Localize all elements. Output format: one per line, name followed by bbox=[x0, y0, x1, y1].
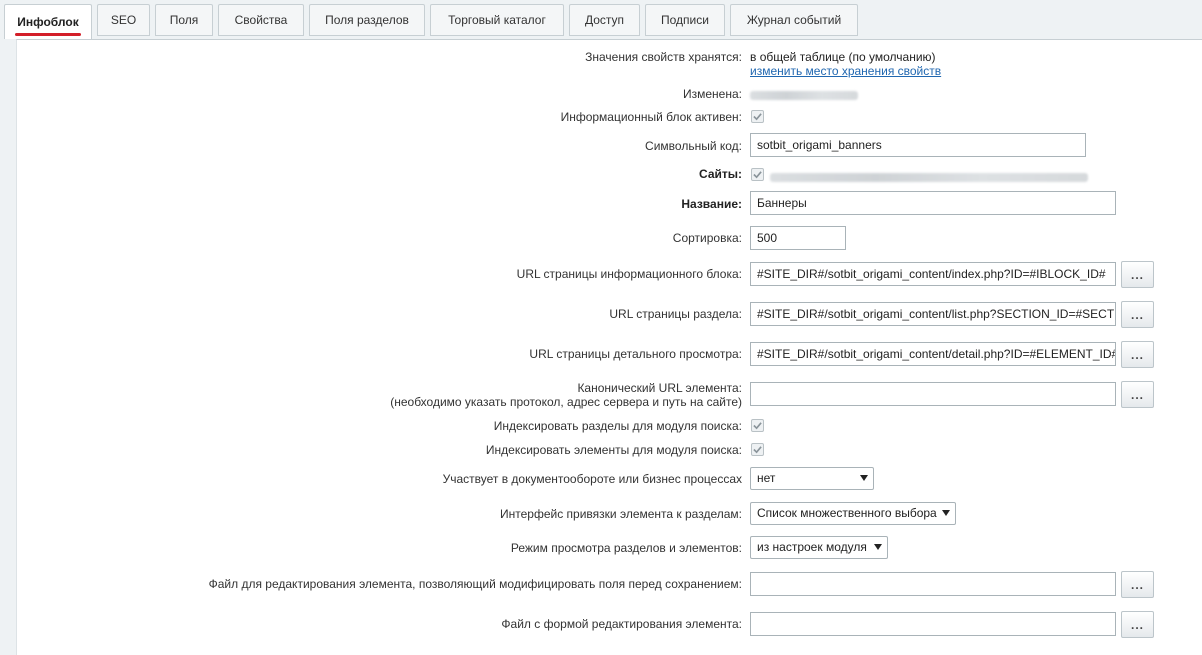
index-elements-label: Индексировать элементы для модуля поиска… bbox=[485, 443, 742, 457]
active-label: Информационный блок активен: bbox=[560, 110, 742, 124]
tab-label: Журнал событий bbox=[746, 13, 842, 27]
canonical-label: Канонический URL элемента: bbox=[577, 381, 742, 395]
tab-catalog[interactable]: Торговый каталог bbox=[430, 4, 564, 36]
tab-properties[interactable]: Свойства bbox=[218, 4, 304, 36]
dropdown-arrow-icon bbox=[942, 510, 950, 516]
check-icon bbox=[753, 171, 762, 179]
index-elements-checkbox[interactable] bbox=[751, 443, 764, 456]
list-url-browse-button[interactable]: ... bbox=[1121, 261, 1154, 288]
workflow-label: Участвует в документообороте или бизнес … bbox=[442, 472, 742, 486]
tab-seo[interactable]: SEO bbox=[97, 4, 150, 36]
tab-fields[interactable]: Поля bbox=[155, 4, 213, 36]
tab-event-log[interactable]: Журнал событий bbox=[730, 4, 858, 36]
edit-file-label: Файл для редактирования элемента, позвол… bbox=[208, 577, 742, 591]
section-iface-selected: Список множественного выбора bbox=[757, 506, 937, 520]
edit-file-browse-button[interactable]: ... bbox=[1121, 571, 1154, 598]
tab-label: Подписи bbox=[661, 13, 709, 27]
active-checkbox[interactable] bbox=[751, 110, 764, 123]
site-name-blurred bbox=[770, 171, 1088, 185]
tab-access[interactable]: Доступ bbox=[569, 4, 640, 36]
canonical-url-input[interactable] bbox=[750, 382, 1116, 406]
view-mode-selected: из настроек модуля bbox=[757, 540, 867, 554]
name-label: Название: bbox=[681, 197, 742, 211]
section-iface-label: Интерфейс привязки элемента к разделам: bbox=[500, 507, 742, 521]
tab-label: Инфоблок bbox=[17, 15, 79, 29]
tab-section-fields[interactable]: Поля разделов bbox=[309, 4, 425, 36]
code-label: Символьный код: bbox=[645, 139, 742, 153]
active-tab-indicator bbox=[15, 33, 81, 36]
index-sections-checkbox[interactable] bbox=[751, 419, 764, 432]
check-icon bbox=[753, 113, 762, 121]
tab-label: Доступ bbox=[584, 13, 625, 27]
section-url-label: URL страницы раздела: bbox=[609, 307, 742, 321]
sort-label: Сортировка: bbox=[672, 231, 742, 245]
index-sections-label: Индексировать разделы для модуля поиска: bbox=[493, 419, 742, 433]
edit-form-file-input[interactable] bbox=[750, 612, 1116, 636]
view-mode-label: Режим просмотра разделов и элементов: bbox=[510, 541, 742, 555]
section-url-browse-button[interactable]: ... bbox=[1121, 301, 1154, 328]
modified-label: Изменена: bbox=[683, 87, 742, 101]
change-storage-link[interactable]: изменить место хранения свойств bbox=[750, 64, 941, 78]
section-iface-select[interactable]: Список множественного выбора bbox=[750, 502, 956, 525]
canonical-hint: (необходимо указать протокол, адрес серв… bbox=[390, 395, 742, 409]
workflow-select[interactable]: нет bbox=[750, 467, 874, 490]
storage-label: Значения свойств хранятся: bbox=[585, 50, 742, 64]
view-mode-select[interactable]: из настроек модуля bbox=[750, 536, 888, 559]
edit-form-file-browse-button[interactable]: ... bbox=[1121, 611, 1154, 638]
sites-label: Сайты: bbox=[699, 167, 742, 181]
sort-input[interactable]: 500 bbox=[750, 226, 846, 250]
tab-bar: Инфоблок SEO Поля Свойства Поля разделов… bbox=[0, 0, 1202, 40]
detail-url-browse-button[interactable]: ... bbox=[1121, 341, 1154, 368]
tab-captions[interactable]: Подписи bbox=[645, 4, 725, 36]
list-url-input[interactable]: #SITE_DIR#/sotbit_origami_content/index.… bbox=[750, 262, 1116, 286]
tab-label: SEO bbox=[110, 13, 137, 27]
name-input[interactable]: Баннеры bbox=[750, 191, 1116, 215]
workflow-selected: нет bbox=[757, 471, 776, 485]
tab-label: Торговый каталог bbox=[448, 13, 546, 27]
section-url-input[interactable]: #SITE_DIR#/sotbit_origami_content/list.p… bbox=[750, 302, 1116, 326]
edit-form-file-label: Файл с формой редактирования элемента: bbox=[501, 617, 742, 631]
modified-value-blurred bbox=[750, 89, 858, 103]
storage-value: в общей таблице (по умолчанию) bbox=[750, 50, 936, 64]
dropdown-arrow-icon bbox=[874, 544, 882, 550]
check-icon bbox=[753, 446, 762, 454]
check-icon bbox=[753, 422, 762, 430]
detail-url-label: URL страницы детального просмотра: bbox=[529, 347, 742, 361]
tab-label: Поля bbox=[169, 13, 199, 27]
canonical-browse-button[interactable]: ... bbox=[1121, 381, 1154, 408]
code-input[interactable]: sotbit_origami_banners bbox=[750, 133, 1086, 157]
edit-file-input[interactable] bbox=[750, 572, 1116, 596]
detail-url-input[interactable]: #SITE_DIR#/sotbit_origami_content/detail… bbox=[750, 342, 1116, 366]
dropdown-arrow-icon bbox=[860, 475, 868, 481]
list-url-label: URL страницы информационного блока: bbox=[516, 267, 742, 281]
sites-checkbox[interactable] bbox=[751, 168, 764, 181]
tab-label: Поля разделов bbox=[325, 13, 409, 27]
tab-label: Свойства bbox=[234, 13, 288, 27]
tab-iblock[interactable]: Инфоблок bbox=[4, 4, 92, 40]
